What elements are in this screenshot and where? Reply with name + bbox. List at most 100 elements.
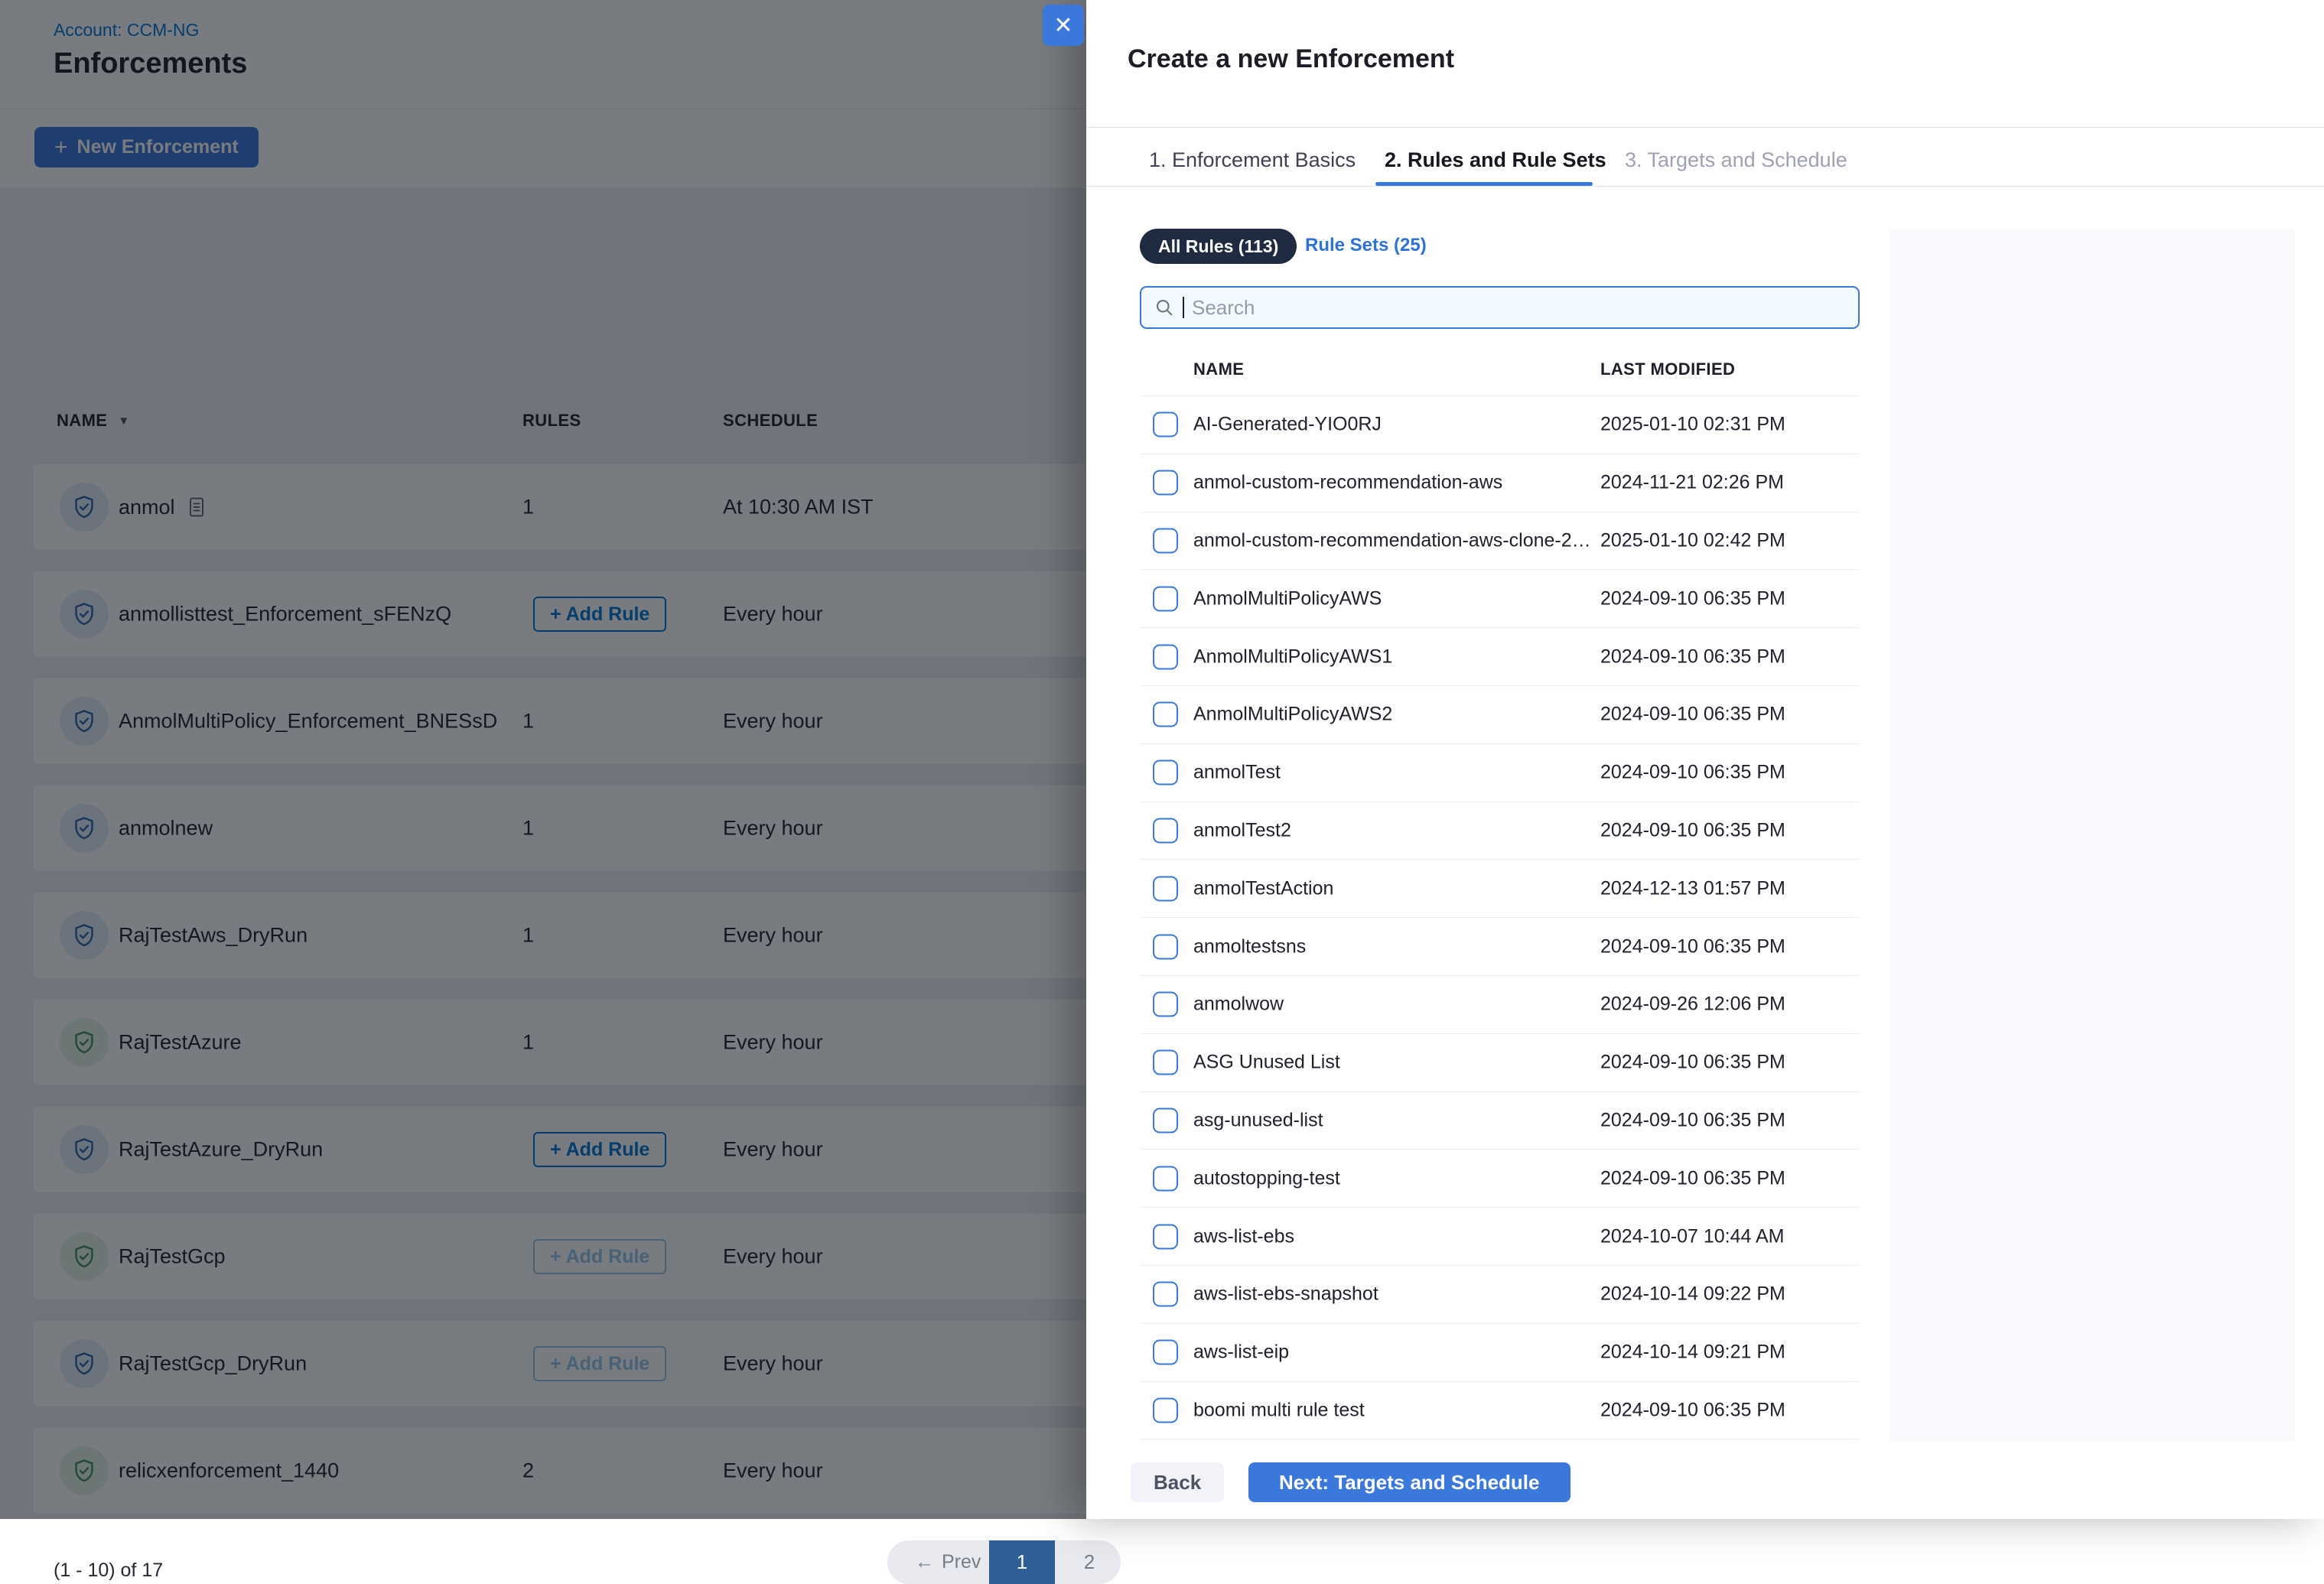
rule-row[interactable]: AnmolMultiPolicyAWS2 2024-09-10 06:35 PM [1140, 686, 1860, 744]
rule-checkbox[interactable] [1153, 470, 1178, 496]
rule-name: anmolTest2 [1193, 819, 1291, 841]
selection-preview-panel [1889, 229, 2295, 1441]
rule-checkbox[interactable] [1153, 934, 1178, 960]
rule-name: anmoltestsns [1193, 935, 1307, 958]
rule-row[interactable]: AnmolMultiPolicyAWS1 2024-09-10 06:35 PM [1140, 628, 1860, 686]
search-icon [1156, 299, 1173, 316]
rule-row[interactable]: ASG Unused List 2024-09-10 06:35 PM [1140, 1034, 1860, 1092]
rules-column-header-name: NAME [1193, 359, 1245, 379]
rule-name: ASG Unused List [1193, 1051, 1340, 1073]
tab-targets-and-schedule[interactable]: 3. Targets and Schedule [1625, 148, 1847, 172]
rule-row[interactable]: aws-list-ebs 2024-10-07 10:44 AM [1140, 1208, 1860, 1266]
pagination-range: (1 - 10) of 17 [54, 1560, 164, 1581]
rule-name: anmol-custom-recommendation-aws-clone-23… [1193, 529, 1591, 551]
rule-last-modified: 2024-10-07 10:44 AM [1600, 1225, 1785, 1247]
rule-last-modified: 2024-11-21 02:26 PM [1600, 471, 1784, 493]
rule-row[interactable]: anmoltestsns 2024-09-10 06:35 PM [1140, 918, 1860, 976]
filter-rule-sets[interactable]: Rule Sets (25) [1300, 234, 1431, 257]
rule-last-modified: 2024-09-10 06:35 PM [1600, 1109, 1785, 1131]
rule-row[interactable]: autostopping-test 2024-09-10 06:35 PM [1140, 1150, 1860, 1208]
rule-row[interactable]: anmolTestAction 2024-12-13 01:57 PM [1140, 860, 1860, 919]
rule-name: anmol-custom-recommendation-aws [1193, 471, 1503, 493]
create-enforcement-modal: Create a new Enforcement 1. Enforcement … [1086, 0, 2324, 1519]
rule-name: autostopping-test [1193, 1167, 1340, 1189]
rule-checkbox[interactable] [1153, 1281, 1178, 1307]
rule-checkbox[interactable] [1153, 759, 1178, 785]
rule-checkbox[interactable] [1153, 1339, 1178, 1365]
rule-last-modified: 2024-09-26 12:06 PM [1600, 993, 1785, 1015]
rule-name: AnmolMultiPolicyAWS1 [1193, 646, 1393, 668]
rule-checkbox[interactable] [1153, 1397, 1178, 1423]
pagination-page-1[interactable]: 1 [989, 1540, 1055, 1584]
rule-last-modified: 2025-01-10 02:42 PM [1600, 529, 1785, 551]
back-button[interactable]: Back [1131, 1462, 1225, 1502]
rule-last-modified: 2024-09-10 06:35 PM [1600, 1051, 1785, 1073]
rule-last-modified: 2024-09-10 06:35 PM [1600, 935, 1785, 958]
rule-name: aws-list-eip [1193, 1341, 1290, 1363]
pagination-prev-label: Prev [942, 1551, 981, 1573]
rule-name: AI-Generated-YIO0RJ [1193, 413, 1382, 435]
rule-row[interactable]: AI-Generated-YIO0RJ 2025-01-10 02:31 PM [1140, 395, 1860, 454]
rule-row[interactable]: aws-list-ebs-snapshot 2024-10-14 09:22 P… [1140, 1266, 1860, 1324]
pagination-page-2[interactable]: 2 [1055, 1540, 1124, 1584]
rule-name: boomi multi rule test [1193, 1399, 1365, 1421]
rule-checkbox[interactable] [1153, 411, 1178, 437]
rule-last-modified: 2024-09-10 06:35 PM [1600, 761, 1785, 783]
rule-row[interactable]: anmolTest 2024-09-10 06:35 PM [1140, 744, 1860, 802]
rule-last-modified: 2024-09-10 06:35 PM [1600, 1399, 1785, 1421]
rule-checkbox[interactable] [1153, 876, 1178, 902]
rule-checkbox[interactable] [1153, 586, 1178, 612]
rule-checkbox[interactable] [1153, 1224, 1178, 1250]
search-placeholder: Search [1192, 295, 1255, 319]
rule-last-modified: 2024-12-13 01:57 PM [1600, 877, 1785, 899]
text-caret [1183, 297, 1184, 318]
modal-title: Create a new Enforcement [1128, 44, 1455, 73]
rule-row[interactable]: anmol-custom-recommendation-aws 2024-11-… [1140, 454, 1860, 512]
rule-last-modified: 2024-09-10 06:35 PM [1600, 587, 1785, 610]
rule-row[interactable]: anmol-custom-recommendation-aws-clone-23… [1140, 512, 1860, 571]
rule-last-modified: 2024-09-10 06:35 PM [1600, 703, 1785, 725]
tab-rules-and-rule-sets[interactable]: 2. Rules and Rule Sets [1385, 148, 1606, 172]
rule-last-modified: 2024-09-10 06:35 PM [1600, 1167, 1785, 1189]
pagination: ← Prev 1 2 [887, 1540, 1121, 1584]
rule-name: anmolTestAction [1193, 877, 1334, 899]
rule-name: AnmolMultiPolicyAWS [1193, 587, 1382, 610]
rule-row[interactable]: boomi multi rule test 2024-09-10 06:35 P… [1140, 1382, 1860, 1440]
rule-checkbox[interactable] [1153, 818, 1178, 844]
rule-row[interactable]: anmolwow 2024-09-26 12:06 PM [1140, 976, 1860, 1034]
rule-row[interactable]: asg-unused-list 2024-09-10 06:35 PM [1140, 1092, 1860, 1150]
arrow-left-icon: ← [915, 1551, 934, 1573]
pagination-prev-button[interactable]: ← Prev [910, 1540, 985, 1584]
rule-last-modified: 2024-10-14 09:22 PM [1600, 1283, 1785, 1305]
rule-checkbox[interactable] [1153, 1166, 1178, 1192]
rule-last-modified: 2025-01-10 02:31 PM [1600, 413, 1785, 435]
close-icon[interactable]: ✕ [1043, 5, 1084, 46]
rule-last-modified: 2024-09-10 06:35 PM [1600, 646, 1785, 668]
rule-checkbox[interactable] [1153, 701, 1178, 727]
rule-name: aws-list-ebs [1193, 1225, 1294, 1247]
rule-name: asg-unused-list [1193, 1109, 1323, 1131]
active-tab-underline [1375, 182, 1593, 186]
rule-name: aws-list-ebs-snapshot [1193, 1283, 1378, 1305]
next-targets-schedule-button[interactable]: Next: Targets and Schedule [1248, 1462, 1570, 1502]
rules-table-body: AI-Generated-YIO0RJ 2025-01-10 02:31 PM … [1140, 395, 1860, 1440]
rule-row[interactable]: anmolTest2 2024-09-10 06:35 PM [1140, 802, 1860, 860]
modal-title-divider [1086, 127, 2324, 128]
tabs-divider [1086, 186, 2324, 187]
tab-enforcement-basics[interactable]: 1. Enforcement Basics [1149, 148, 1356, 172]
rule-row[interactable]: aws-list-eip 2024-10-14 09:21 PM [1140, 1324, 1860, 1382]
rule-checkbox[interactable] [1153, 1049, 1178, 1075]
rule-name: anmolTest [1193, 761, 1281, 783]
search-input[interactable]: Search [1140, 286, 1860, 329]
rule-last-modified: 2024-10-14 09:21 PM [1600, 1341, 1785, 1363]
rule-checkbox[interactable] [1153, 1107, 1178, 1134]
rule-checkbox[interactable] [1153, 528, 1178, 554]
rule-name: anmolwow [1193, 993, 1284, 1015]
rules-column-header-last-modified: LAST MODIFIED [1600, 359, 1736, 379]
rule-checkbox[interactable] [1153, 644, 1178, 670]
rule-last-modified: 2024-09-10 06:35 PM [1600, 819, 1785, 841]
filter-all-rules[interactable]: All Rules (113) [1140, 229, 1297, 264]
rule-name: AnmolMultiPolicyAWS2 [1193, 703, 1393, 725]
rule-row[interactable]: AnmolMultiPolicyAWS 2024-09-10 06:35 PM [1140, 570, 1860, 629]
rule-checkbox[interactable] [1153, 991, 1178, 1017]
